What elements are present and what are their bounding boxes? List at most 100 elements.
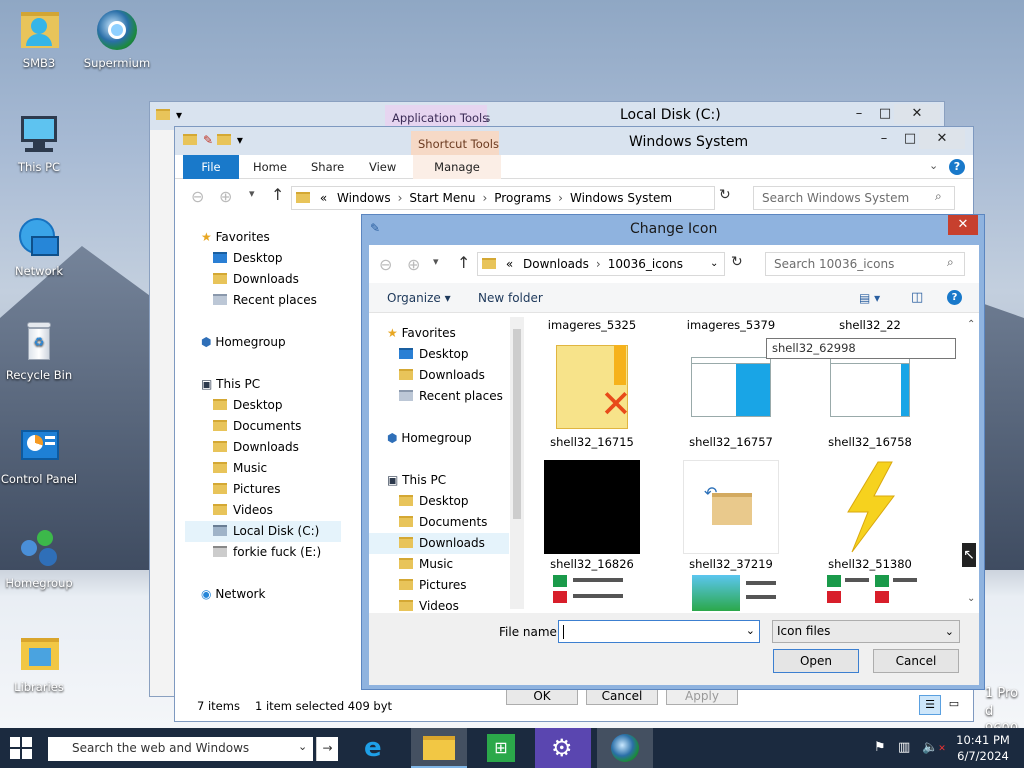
breadcrumb-windows[interactable]: Windows [337, 191, 391, 205]
nav-pc-videos[interactable]: Videos [399, 596, 459, 611]
nav-drive-e[interactable]: forkie fuck (E:) [213, 542, 321, 563]
taskbar-settings[interactable]: ⚙ [535, 728, 591, 768]
file-label-imageres-5325[interactable]: imageres_5325 [527, 318, 657, 332]
windows-start-icon[interactable] [10, 737, 32, 759]
quick-access-toolbar[interactable]: ▾ [156, 108, 182, 122]
nav-pc-documents[interactable]: Documents [213, 416, 301, 437]
file-name-input[interactable]: ⌄ [558, 620, 760, 643]
nav-recent-places[interactable]: Recent places [399, 386, 503, 407]
nav-this-pc[interactable]: ▣ This PC [201, 374, 260, 395]
desktop-icon-libraries[interactable]: Libraries [0, 632, 78, 694]
file-tile-shell32-16758[interactable]: shell32_16758 [805, 345, 935, 449]
nav-network[interactable]: ◉ Network [201, 584, 265, 605]
context-tab-application-tools-label[interactable]: Application Tools [392, 111, 488, 125]
breadcrumb-programs[interactable]: Programs [494, 191, 551, 205]
tab-view[interactable]: View [357, 155, 408, 179]
nav-desktop[interactable]: Desktop [213, 248, 283, 269]
tab-file[interactable]: File [183, 155, 239, 179]
nav-pc-videos[interactable]: Videos [213, 500, 273, 521]
file-tile-shell32-16757[interactable]: shell32_16757 [666, 345, 796, 449]
nav-this-pc[interactable]: ▣ This PC [387, 470, 446, 491]
nav-recent-places[interactable]: Recent places [213, 290, 317, 311]
taskbar-supermium[interactable] [597, 728, 653, 768]
nav-favorites[interactable]: ★ Favorites [201, 227, 270, 248]
breadcrumb-start-menu[interactable]: Start Menu [409, 191, 475, 205]
recent-dropdown-icon[interactable]: ▾ [433, 255, 439, 268]
organize-button[interactable]: Organize ▾ [387, 291, 451, 305]
desktop-icon-control-panel[interactable]: Control Panel [0, 424, 78, 486]
taskbar-store[interactable]: ⊞ [473, 728, 529, 768]
nav-pc-music[interactable]: Music [213, 458, 267, 479]
help-icon[interactable]: ? [947, 290, 962, 305]
close-button[interactable]: ✕ [894, 104, 940, 124]
nav-desktop[interactable]: Desktop [399, 344, 469, 365]
refresh-icon[interactable]: ↻ [719, 187, 731, 203]
breadcrumb-overflow[interactable]: « [320, 191, 327, 205]
up-arrow-icon[interactable]: ↑ [271, 185, 284, 204]
nav-downloads[interactable]: Downloads [213, 269, 299, 290]
tab-manage[interactable]: Manage [413, 155, 501, 179]
desktop-icon-supermium[interactable]: Supermium [78, 8, 156, 70]
nav-pc-documents[interactable]: Documents [399, 512, 487, 533]
nav-favorites[interactable]: ★ Favorites [387, 323, 456, 344]
context-tab-shortcut-tools[interactable]: Shortcut Tools [418, 137, 499, 151]
new-folder-button[interactable]: New folder [478, 291, 543, 305]
file-label-shell32-22[interactable]: shell32_22 [805, 318, 935, 332]
search-go-icon[interactable]: → [316, 737, 338, 761]
nav-homegroup[interactable]: ⬢ Homegroup [387, 428, 472, 449]
forward-arrow-icon[interactable]: ⊕ [407, 255, 420, 274]
nav-homegroup[interactable]: ⬢ Homegroup [201, 332, 286, 353]
taskbar-internet-explorer[interactable]: e [350, 728, 406, 768]
breadcrumb-windows-system[interactable]: Windows System [570, 191, 672, 205]
nav-pc-downloads[interactable]: Downloads [213, 437, 299, 458]
back-arrow-icon[interactable]: ⊖ [191, 187, 204, 206]
details-view-icon[interactable]: ☰ [919, 695, 941, 715]
breadcrumb-overflow[interactable]: « [506, 257, 513, 271]
cancel-button[interactable]: Cancel [873, 649, 959, 673]
flag-icon[interactable]: ⚑ [874, 740, 886, 755]
search-dropdown-icon[interactable]: ⌄ [298, 740, 307, 753]
taskbar-search-input[interactable]: Search the web and Windows [48, 737, 313, 761]
nav-pc-pictures[interactable]: Pictures [213, 479, 281, 500]
breadcrumb-downloads[interactable]: Downloads [523, 257, 589, 271]
open-button[interactable]: Open [773, 649, 859, 673]
taskbar-file-explorer[interactable] [411, 728, 467, 768]
desktop-icon-network[interactable]: Network [0, 216, 78, 278]
volume-muted-icon[interactable]: 🔈✕ [922, 740, 946, 755]
file-tile-shell32-16826[interactable]: shell32_16826 [527, 460, 657, 571]
desktop-icon-smb3[interactable]: SMB3 [0, 8, 78, 70]
close-button[interactable]: ✕ [919, 129, 965, 149]
desktop-icon-recycle-bin[interactable]: ♻ Recycle Bin [0, 320, 78, 382]
nav-scrollbar[interactable] [510, 317, 524, 609]
nav-pc-desktop[interactable]: Desktop [213, 395, 283, 416]
view-options-icon[interactable]: ▤ ▾ [859, 291, 880, 305]
nav-pc-downloads[interactable]: Downloads [369, 533, 509, 554]
refresh-icon[interactable]: ↻ [731, 254, 743, 270]
breadcrumb-10036-icons[interactable]: 10036_icons [608, 257, 683, 271]
network-status-icon[interactable]: ▥ [898, 740, 910, 755]
nav-pc-pictures[interactable]: Pictures [399, 575, 467, 596]
file-tile-shell32-16715[interactable]: ✕ shell32_16715 [527, 345, 657, 449]
dialog-close-button[interactable]: ✕ [948, 215, 978, 235]
tab-share[interactable]: Share [299, 155, 356, 179]
ribbon-expand-icon[interactable]: ⌄ [929, 159, 938, 172]
recent-dropdown-icon[interactable]: ▾ [249, 187, 255, 200]
forward-arrow-icon[interactable]: ⊕ [219, 187, 232, 206]
file-tile-shell32-37219[interactable]: ↶ shell32_37219 [666, 460, 796, 571]
back-arrow-icon[interactable]: ⊖ [379, 255, 392, 274]
tab-home[interactable]: Home [241, 155, 299, 179]
up-arrow-icon[interactable]: ↑ [457, 253, 470, 272]
search-input[interactable]: Search Windows System [753, 186, 955, 210]
dialog-breadcrumb[interactable]: « Downloads › 10036_icons ⌄ [477, 252, 725, 276]
nav-local-disk[interactable]: Local Disk (C:) [185, 521, 341, 542]
nav-pc-desktop[interactable]: Desktop [399, 491, 469, 512]
quick-access-toolbar[interactable]: ✎ ▾ [183, 133, 243, 147]
breadcrumb[interactable]: « Windows › Start Menu › Programs › Windows Sy… [291, 186, 715, 210]
nav-downloads[interactable]: Downloads [399, 365, 485, 386]
large-icons-view-icon[interactable]: ▭ [943, 695, 965, 715]
file-type-select[interactable]: Icon files ⌄ [772, 620, 960, 643]
file-label-imageres-5379[interactable]: imageres_5379 [666, 318, 796, 332]
dialog-search-input[interactable]: Search 10036_icons [765, 252, 965, 276]
help-icon[interactable]: ? [949, 159, 965, 175]
desktop-icon-homegroup[interactable]: Homegroup [0, 528, 78, 590]
